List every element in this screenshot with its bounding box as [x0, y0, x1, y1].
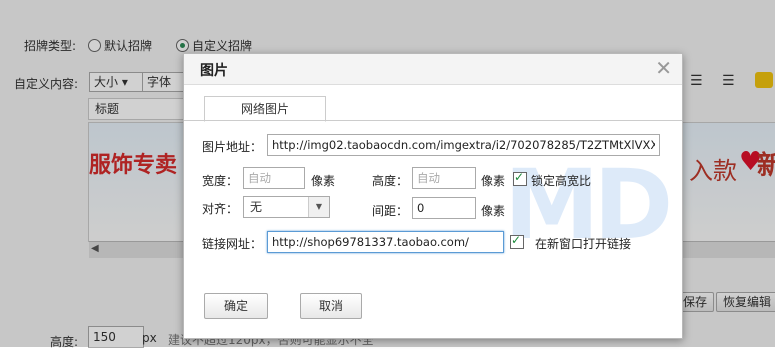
height-field-input[interactable] [412, 167, 476, 189]
close-icon[interactable]: ✕ [655, 57, 672, 79]
tab-divider [184, 120, 682, 121]
confirm-button[interactable]: 确定 [204, 293, 268, 319]
spacing-input[interactable] [412, 197, 476, 219]
dialog-title: 图片 [200, 63, 228, 79]
chevron-down-icon: ▼ [308, 197, 329, 217]
image-dialog: 图片 ✕ 网络图片 MD 图片地址： 宽度： 像素 高度： 像素 锁定高宽比 对… [183, 53, 683, 339]
width-input[interactable] [243, 167, 305, 189]
width-label: 宽度： [202, 174, 239, 188]
dialog-titlebar: 图片 ✕ [184, 54, 682, 85]
cancel-button[interactable]: 取消 [300, 293, 362, 319]
lock-ratio-label: 锁定高宽比 [531, 174, 592, 188]
align-label: 对齐： [202, 202, 239, 216]
image-url-label: 图片地址： [202, 140, 263, 154]
tab-web-image[interactable]: 网络图片 [204, 96, 326, 122]
image-url-input[interactable] [267, 134, 660, 156]
height-field-unit: 像素 [481, 174, 506, 188]
spacing-label: 间距： [372, 204, 409, 218]
align-select[interactable]: 无 ▼ [243, 196, 330, 218]
spacing-unit: 像素 [481, 204, 506, 218]
width-unit: 像素 [311, 174, 336, 188]
link-url-input[interactable] [267, 231, 504, 253]
new-window-label: 在新窗口打开链接 [535, 237, 632, 251]
new-window-checkbox[interactable] [510, 233, 524, 249]
link-url-label: 链接网址： [202, 237, 263, 251]
lock-ratio-checkbox[interactable] [513, 170, 527, 186]
height-field-label: 高度： [372, 174, 409, 188]
